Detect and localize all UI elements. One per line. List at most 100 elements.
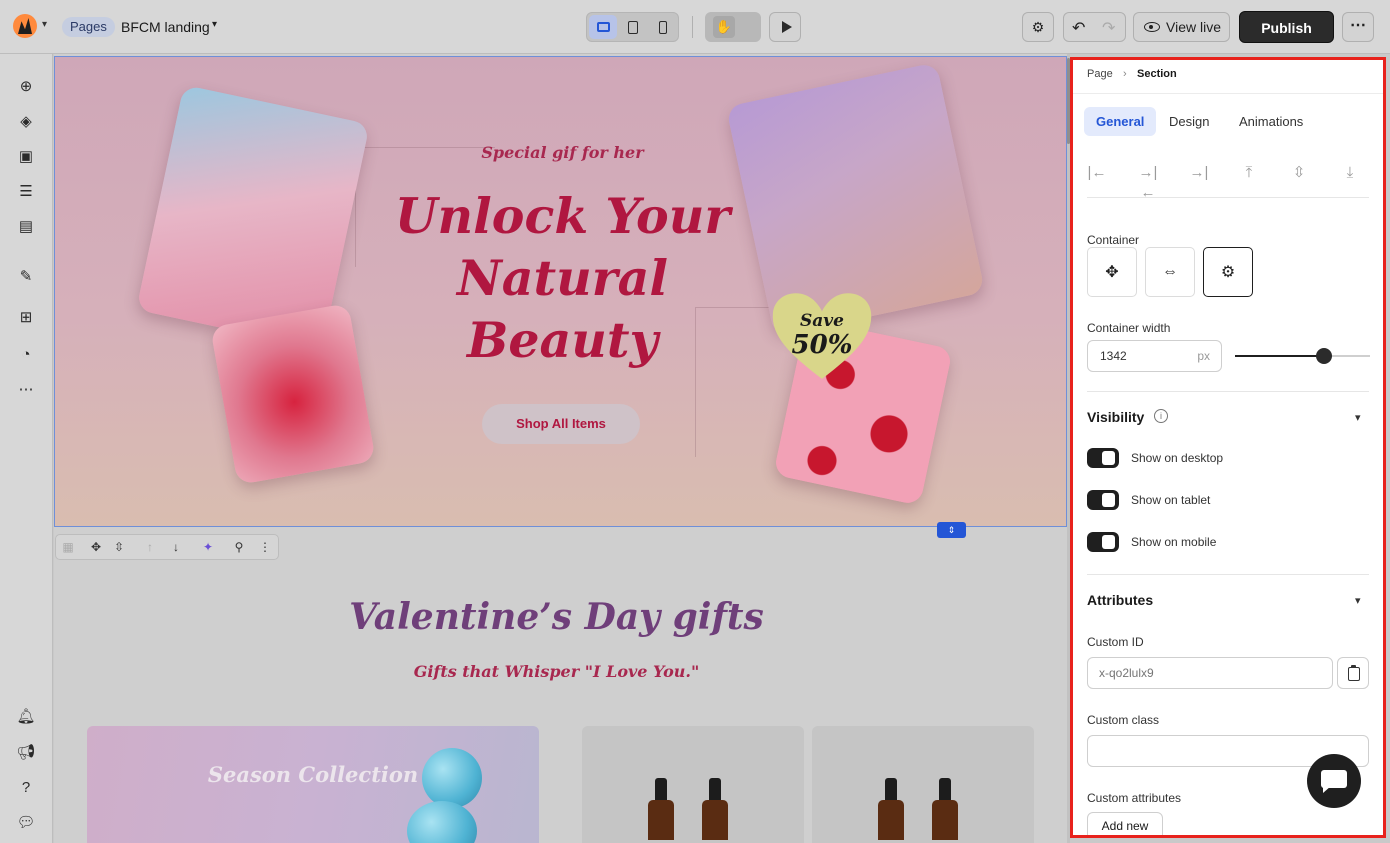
sliders-icon: ⚙ <box>1031 18 1045 35</box>
hero-title-line: Beauty <box>466 311 659 369</box>
feedback-icon[interactable]: 💬︎ <box>16 812 36 832</box>
serum-bottle-image <box>878 778 904 840</box>
view-live-button[interactable]: View live <box>1133 12 1230 42</box>
preview-play-button[interactable] <box>769 12 801 42</box>
resize-icon[interactable]: ⇳ <box>111 539 127 555</box>
shop-all-button[interactable]: Shop All Items <box>482 404 640 444</box>
more-vertical-icon[interactable]: ⋮ <box>257 539 273 555</box>
left-sidebar: ⊕ ◈ ▣ ☰ ▤ ✎ ⊞ ◔ ⋯ 🔔︎ 📢︎ ? 💬︎ <box>0 54 53 843</box>
hero-title-line: Unlock Your <box>394 187 731 245</box>
container-fit-button[interactable]: ✥ <box>1087 247 1137 297</box>
container-width-value: 1342 <box>1100 349 1127 363</box>
tab-animations[interactable]: Animations <box>1227 107 1315 136</box>
container-label: Container <box>1087 233 1140 247</box>
divider <box>1087 574 1369 575</box>
speed-gauge-icon[interactable]: ◔ <box>16 344 36 364</box>
hero-subtitle: Special gif for her <box>481 143 644 162</box>
tab-general[interactable]: General <box>1084 107 1157 136</box>
align-top-icon[interactable]: ⤒ <box>1239 163 1259 183</box>
toggle-show-tablet[interactable] <box>1087 490 1119 510</box>
align-left-icon[interactable]: |← <box>1087 163 1107 183</box>
transparent-bg-icon[interactable]: ▦ <box>60 539 76 555</box>
container-width-slider[interactable] <box>1235 355 1370 357</box>
bell-icon[interactable]: 🔔︎ <box>16 706 36 726</box>
full-width-icon: ⇔ <box>1162 263 1178 280</box>
more-options-button[interactable]: ⋯ <box>1342 12 1374 42</box>
templates-icon[interactable]: ☰ <box>16 181 36 201</box>
device-switcher <box>586 12 679 42</box>
tablet-icon <box>628 20 638 34</box>
tab-design[interactable]: Design <box>1157 107 1221 136</box>
page-name-dropdown[interactable]: BFCM landing <box>121 19 210 35</box>
brush-icon[interactable]: ✎ <box>16 266 36 286</box>
move-icon[interactable]: ✥ <box>88 539 104 555</box>
align-center-v-icon[interactable]: ⇳ <box>1289 163 1309 183</box>
copy-id-button[interactable] <box>1337 657 1369 689</box>
hero-title-line: Natural <box>457 249 668 307</box>
align-center-h-icon[interactable]: →|← <box>1138 163 1158 201</box>
product-card[interactable] <box>812 726 1034 843</box>
move-down-icon[interactable]: ↓ <box>168 539 184 555</box>
decorative-blob <box>422 748 482 808</box>
container-width-unit: px <box>1197 349 1210 363</box>
custom-id-input[interactable] <box>1087 657 1333 689</box>
product-card[interactable] <box>582 726 804 843</box>
undo-icon[interactable]: ↶ <box>1072 18 1085 38</box>
add-attribute-button[interactable]: Add new <box>1087 812 1163 835</box>
section-resize-handle[interactable]: ⇕ <box>937 522 966 538</box>
chevron-down-icon[interactable]: ▾ <box>42 19 47 30</box>
fit-content-icon: ✥ <box>1105 264 1119 281</box>
chevron-down-icon[interactable]: ▾ <box>1355 594 1361 607</box>
season-collection-card[interactable]: Season Collection <box>87 726 539 843</box>
desktop-icon <box>596 22 610 32</box>
eye-icon <box>1144 22 1160 32</box>
help-icon[interactable]: ? <box>16 777 36 797</box>
sections-icon[interactable]: ▣ <box>16 146 36 166</box>
mobile-icon <box>659 20 667 34</box>
custom-id-label: Custom ID <box>1087 635 1144 649</box>
container-width-label: Container width <box>1087 321 1171 335</box>
align-bottom-icon[interactable]: ⤓ <box>1340 163 1360 183</box>
toggle-show-desktop[interactable] <box>1087 448 1119 468</box>
container-full-button[interactable]: ⇔ <box>1145 247 1195 297</box>
publish-button[interactable]: Publish <box>1239 11 1334 43</box>
slider-thumb[interactable] <box>1316 348 1332 364</box>
toggle-label: Show on tablet <box>1131 493 1211 507</box>
add-element-icon[interactable]: ⊕ <box>16 76 36 96</box>
chevron-down-icon[interactable]: ▾ <box>212 19 217 30</box>
ai-sparkle-icon[interactable]: ✦ <box>200 539 216 555</box>
visibility-heading[interactable]: Visibility <box>1087 409 1144 425</box>
attributes-heading[interactable]: Attributes <box>1087 592 1153 608</box>
toggle-show-mobile[interactable] <box>1087 532 1119 552</box>
chat-support-button[interactable] <box>1307 754 1361 808</box>
editor-canvas: Special gif for her Unlock Your Natural … <box>54 54 1067 843</box>
breadcrumb-page[interactable]: Page <box>1087 68 1113 80</box>
view-live-label: View live <box>1166 19 1221 35</box>
hand-tool-toggle[interactable]: ✋ <box>705 12 761 42</box>
redo-icon[interactable]: ↷ <box>1102 18 1115 38</box>
tablet-view-button[interactable] <box>619 15 647 39</box>
valentine-subtitle: Gifts that Whisper "I Love You." <box>413 662 700 681</box>
more-dots-icon[interactable]: ⋯ <box>16 379 36 399</box>
alignment-row: |← →|← →| ⤒ ⇳ ⤓ <box>1087 160 1369 201</box>
badge-discount-label: 50% <box>791 330 853 360</box>
hero-section[interactable]: Special gif for her Unlock Your Natural … <box>54 56 1067 538</box>
apps-icon[interactable]: ⊞ <box>16 307 36 327</box>
container-width-input[interactable]: 1342 px <box>1087 340 1222 372</box>
serum-bottle-image <box>932 778 958 840</box>
container-custom-button[interactable]: ⚙ <box>1203 247 1253 297</box>
info-icon[interactable]: i <box>1154 409 1168 423</box>
megaphone-icon[interactable]: 📢︎ <box>16 742 36 762</box>
pages-badge[interactable]: Pages <box>62 17 115 37</box>
settings-sliders-button[interactable]: ⚙ <box>1022 12 1054 42</box>
link-icon[interactable]: ⚲ <box>231 539 247 555</box>
align-right-icon[interactable]: →| <box>1189 163 1209 183</box>
mobile-view-button[interactable] <box>649 15 677 39</box>
pages-icon[interactable]: ▤ <box>16 216 36 236</box>
app-logo-icon[interactable] <box>13 14 37 38</box>
chevron-down-icon[interactable]: ▾ <box>1355 411 1361 424</box>
desktop-view-button[interactable] <box>589 15 617 39</box>
custom-attributes-label: Custom attributes <box>1087 791 1182 805</box>
layers-icon[interactable]: ◈ <box>16 111 36 131</box>
move-up-icon[interactable]: ↑ <box>142 539 158 555</box>
